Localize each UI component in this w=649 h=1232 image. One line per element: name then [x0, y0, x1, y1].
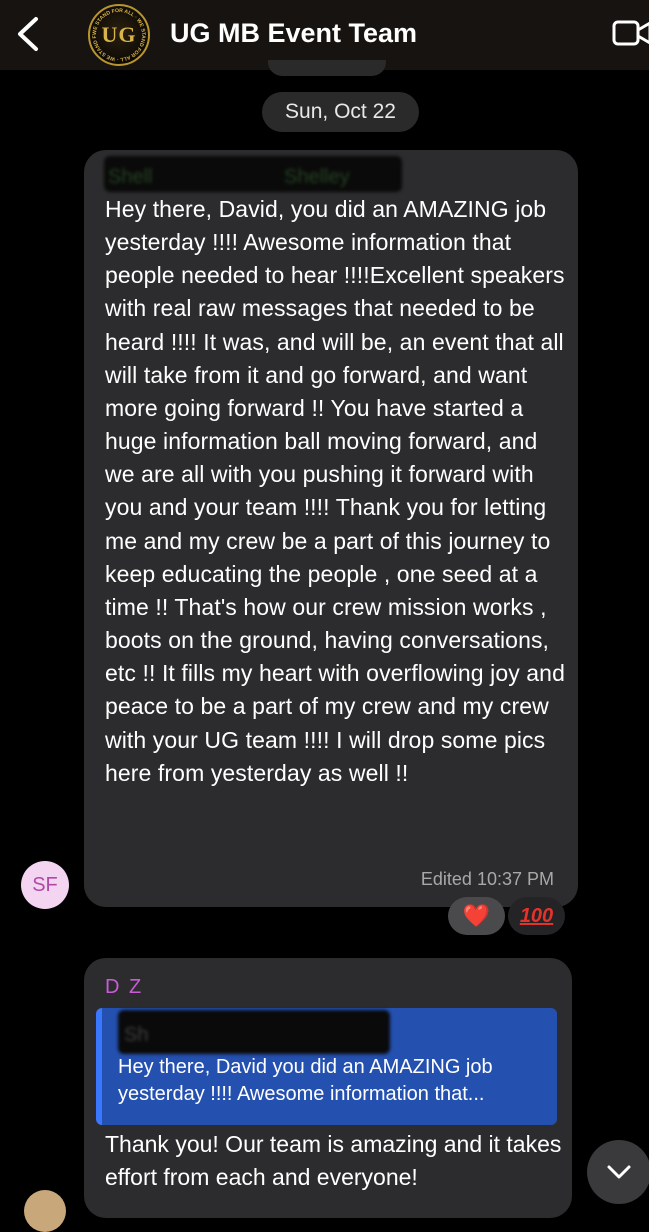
message-text: Thank you! Our team is amazing and it ta…	[105, 1131, 562, 1190]
message-bubble-incoming[interactable]: Shell Shelley Hey there, David, you did …	[84, 150, 578, 907]
message-text: Hey there, David, you did an AMAZING job…	[105, 196, 565, 786]
avatar[interactable]	[24, 1190, 66, 1232]
previous-message-edge	[268, 60, 386, 76]
message-bubble-incoming-reply[interactable]: D Z Sh Hey there, David you did an AMAZI…	[84, 958, 572, 1218]
video-camera-icon[interactable]	[612, 18, 649, 48]
redacted-name-fragment: Sh	[124, 1024, 149, 1046]
reaction-heart[interactable]: ❤️	[448, 897, 505, 935]
quoted-message[interactable]: Sh Hey there, David you did an AMAZING j…	[96, 1008, 557, 1125]
hundred-points-icon: 100	[519, 904, 554, 927]
logo-ring: WE STAND FOR ALL · WE STAND FOR ALL · WE…	[90, 6, 146, 62]
svg-text:WE STAND FOR ALL · WE STAND FO: WE STAND FOR ALL · WE STAND FOR ALL · WE…	[90, 6, 146, 62]
redacted-name-fragment: Shell	[108, 166, 153, 188]
redacted-sender-name: Shell Shelley	[104, 156, 402, 192]
avatar[interactable]: SF	[21, 861, 69, 909]
message-time: 10:37 PM	[476, 869, 554, 889]
edited-label: Edited	[420, 869, 472, 889]
quoted-text: Hey there, David you did an AMAZING job …	[118, 1056, 493, 1105]
group-logo[interactable]: WE STAND FOR ALL · WE STAND FOR ALL · WE…	[88, 4, 150, 66]
date-separator: Sun, Oct 22	[262, 92, 419, 132]
sender-name: D Z	[105, 976, 144, 998]
red-heart-icon: ❤️	[462, 903, 491, 928]
logo-ring-text: WE STAND FOR ALL · WE STAND FOR ALL · WE…	[90, 6, 146, 62]
redacted-quote-author: Sh	[118, 1010, 390, 1054]
chevron-left-icon[interactable]	[14, 16, 42, 52]
message-meta: Edited 10:37 PM	[421, 869, 554, 890]
chevron-down-icon	[607, 1165, 631, 1179]
reaction-hundred[interactable]: 100	[508, 897, 565, 935]
chat-title[interactable]: UG MB Event Team	[170, 16, 417, 50]
scroll-to-bottom-button[interactable]	[587, 1140, 649, 1204]
redacted-name-fragment: Shelley	[284, 166, 350, 188]
